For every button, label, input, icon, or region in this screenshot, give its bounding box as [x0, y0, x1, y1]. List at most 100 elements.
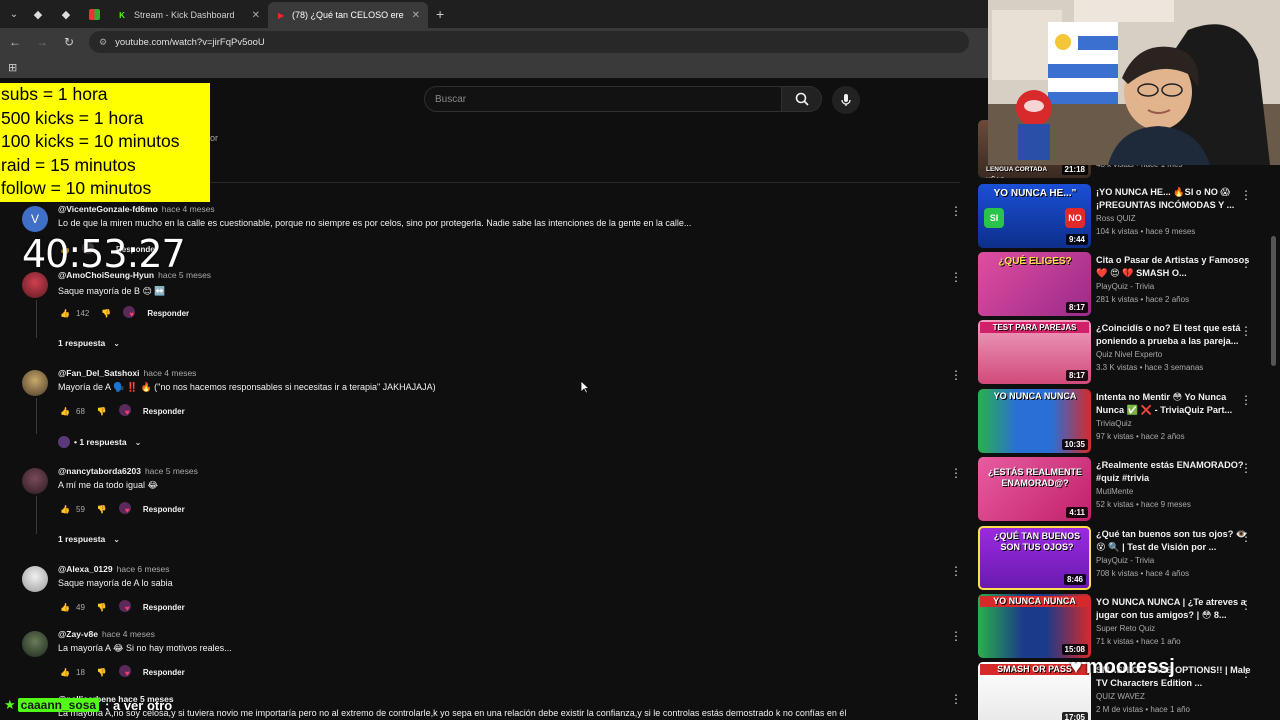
reply-button[interactable]: Responder — [143, 407, 185, 416]
more-options-icon[interactable]: ⋮ — [950, 564, 962, 578]
thumbnail-text: LENGUA CORTADA UÑAS — [986, 166, 1047, 178]
show-replies-button[interactable]: 1 respuesta ⌄ — [58, 338, 120, 348]
video-thumbnail[interactable]: ¿QUÉ TAN BUENOS SON TUS OJOS? 8:46 — [978, 526, 1091, 590]
reply-button[interactable]: Responder — [143, 505, 185, 514]
avatar[interactable] — [22, 370, 48, 396]
site-info-icon[interactable]: ⚙ — [99, 37, 107, 48]
reply-button[interactable]: Responder — [143, 668, 185, 677]
video-thumbnail[interactable]: YO NUNCA HE..." SI NO 9:44 — [978, 184, 1091, 248]
channel-name[interactable]: PlayQuiz - Trivia — [1096, 556, 1154, 565]
video-title[interactable]: YO NUNCA NUNCA | ¿Te atreves a jugar con… — [1096, 596, 1254, 621]
close-icon[interactable]: ✕ — [404, 10, 420, 21]
dislike-icon[interactable]: 👎 — [95, 503, 109, 515]
close-icon[interactable]: ✕ — [244, 10, 260, 21]
reload-icon[interactable]: ↻ — [57, 30, 81, 54]
more-options-icon[interactable]: ⋮ — [950, 368, 962, 382]
video-title[interactable]: Cita o Pasar de Artistas y Famosos ❤️ 😍 … — [1096, 254, 1254, 279]
more-options-icon[interactable]: ⋮ — [950, 204, 962, 218]
video-title[interactable]: ¡YO NUNCA HE... 🔥SI o NO 😱 ¡PREGUNTAS IN… — [1096, 186, 1254, 211]
sort-label[interactable]: or — [210, 133, 218, 143]
replies-count: 1 respuesta — [58, 338, 106, 348]
video-item[interactable]: TEST PARA PAREJAS 8:17 ¿Coincidís o no? … — [978, 320, 1278, 384]
video-thumbnail[interactable]: ¿ESTÁS REALMENTE ENAMORAD@? 4:11 — [978, 457, 1091, 521]
dislike-icon[interactable]: 👎 — [95, 601, 109, 613]
video-title[interactable]: Intenta no Mentir 😳 Yo Nunca Nunca ✅ ❌ -… — [1096, 391, 1254, 416]
video-title[interactable]: ¿Realmente estás ENAMORADO? #quiz #trivi… — [1096, 459, 1254, 484]
pinned-tab-1[interactable]: ◆ — [24, 3, 52, 25]
more-options-icon[interactable]: ⋮ — [1240, 188, 1252, 202]
voice-search-button[interactable] — [832, 86, 860, 114]
dislike-icon[interactable]: 👎 — [95, 405, 109, 417]
address-bar[interactable]: ⚙ youtube.com/watch?v=jirFqPv5ooU — [89, 31, 969, 53]
video-thumbnail[interactable]: TEST PARA PAREJAS 8:17 — [978, 320, 1091, 384]
video-thumbnail[interactable]: YO NUNCA NUNCA 10:35 — [978, 389, 1091, 453]
channel-name[interactable]: Ross QUIZ — [1096, 214, 1136, 223]
search-button[interactable] — [782, 86, 822, 112]
video-title[interactable]: ¿Coincidís o no? El test que está ponien… — [1096, 322, 1254, 347]
like-icon[interactable]: 👍 — [58, 307, 72, 319]
video-thumbnail[interactable]: YO NUNCA NUNCA 15:08 — [978, 594, 1091, 658]
comment-author[interactable]: @VicenteGonzale-fd6mo hace 4 meses — [58, 204, 215, 214]
scrollbar[interactable] — [1271, 236, 1276, 366]
reply-button[interactable]: Responder — [147, 309, 189, 318]
show-replies-button[interactable]: • 1 respuesta ⌄ — [58, 436, 141, 448]
video-item[interactable]: ¿ESTÁS REALMENTE ENAMORAD@? 4:11 ¿Realme… — [978, 457, 1278, 521]
more-options-icon[interactable]: ⋮ — [1240, 530, 1252, 544]
back-arrow-icon[interactable]: ← — [3, 30, 27, 54]
comment-actions: 👍 49 👎 ♥ Responder — [58, 600, 185, 614]
pinned-tab-3[interactable] — [80, 3, 108, 25]
pinned-tab-2[interactable]: ◆ — [52, 3, 80, 25]
comment-author[interactable]: @Alexa_0129 hace 6 meses — [58, 564, 170, 574]
comment-author[interactable]: @Zay-v8e hace 4 meses — [58, 629, 155, 639]
channel-name[interactable]: Quiz Nivel Experto — [1096, 350, 1162, 359]
like-icon[interactable]: 👍 — [58, 405, 72, 417]
search-input[interactable]: Buscar — [424, 86, 782, 112]
dislike-icon[interactable]: 👎 — [95, 666, 109, 678]
video-thumbnail[interactable]: ¿QUÉ ELIGES? 8:17 — [978, 252, 1091, 316]
show-replies-button[interactable]: 1 respuesta ⌄ — [58, 534, 120, 544]
apps-grid-icon[interactable]: ⊞ — [8, 61, 17, 74]
channel-name[interactable]: TriviaQuiz — [1096, 419, 1132, 428]
video-item[interactable]: ¿QUÉ ELIGES? 8:17 Cita o Pasar de Artist… — [978, 252, 1278, 316]
video-item[interactable]: YO NUNCA NUNCA 15:08 YO NUNCA NUNCA | ¿T… — [978, 594, 1278, 658]
diamond-icon: ◆ — [33, 8, 43, 21]
more-options-icon[interactable]: ⋮ — [1240, 393, 1252, 407]
channel-name[interactable]: MutiMente — [1096, 487, 1133, 496]
comment-author[interactable]: @Fan_Del_Satshoxi hace 4 meses — [58, 368, 196, 378]
like-count: 142 — [76, 308, 90, 318]
video-item[interactable]: ¿QUÉ TAN BUENOS SON TUS OJOS? 8:46 ¿Qué … — [978, 526, 1278, 590]
thumbnail-text: ¿QUÉ ELIGES? — [998, 256, 1072, 267]
video-item[interactable]: YO NUNCA NUNCA 10:35 Intenta no Mentir 😳… — [978, 389, 1278, 453]
tab-youtube-video[interactable]: ▶ (78) ¿Qué tan CELOSO eres? #q ✕ — [268, 2, 428, 28]
forward-arrow-icon[interactable]: → — [30, 30, 54, 54]
dislike-icon[interactable]: 👎 — [99, 307, 113, 319]
more-options-icon[interactable]: ⋮ — [950, 692, 962, 706]
channel-name[interactable]: PlayQuiz - Trivia — [1096, 282, 1154, 291]
more-options-icon[interactable]: ⋮ — [1240, 598, 1252, 612]
avatar[interactable]: V — [22, 206, 48, 232]
more-options-icon[interactable]: ⋮ — [1240, 324, 1252, 338]
comment: @nancytaborda6203 hace 5 meses A mí me da… — [22, 466, 962, 515]
more-options-icon[interactable]: ⋮ — [950, 466, 962, 480]
more-options-icon[interactable]: ⋮ — [1240, 666, 1252, 680]
like-icon[interactable]: 👍 — [58, 666, 72, 678]
avatar[interactable] — [22, 468, 48, 494]
avatar[interactable] — [22, 631, 48, 657]
channel-name[interactable]: Super Reto Quiz — [1096, 624, 1155, 633]
tab-search-icon[interactable]: ⌄ — [4, 4, 24, 24]
reply-button[interactable]: Responder — [143, 603, 185, 612]
more-options-icon[interactable]: ⋮ — [950, 270, 962, 284]
video-meta: 97 k vistas • hace 2 años — [1096, 432, 1185, 441]
like-icon[interactable]: 👍 — [58, 503, 72, 515]
tab-kick-dashboard[interactable]: K Stream - Kick Dashboard ✕ — [108, 2, 268, 28]
more-options-icon[interactable]: ⋮ — [1240, 256, 1252, 270]
channel-name[interactable]: QUIZ WAVEZ — [1096, 692, 1145, 701]
new-tab-button[interactable]: + — [436, 6, 444, 22]
more-options-icon[interactable]: ⋮ — [950, 629, 962, 643]
like-icon[interactable]: 👍 — [58, 601, 72, 613]
video-item[interactable]: YO NUNCA HE..." SI NO 9:44 ¡YO NUNCA HE.… — [978, 184, 1278, 248]
avatar[interactable] — [22, 566, 48, 592]
video-title[interactable]: ¿Qué tan buenos son tus ojos? 👁️ 😵 🔍 | T… — [1096, 528, 1254, 553]
more-options-icon[interactable]: ⋮ — [1240, 461, 1252, 475]
comment-author[interactable]: @nancytaborda6203 hace 5 meses — [58, 466, 198, 476]
